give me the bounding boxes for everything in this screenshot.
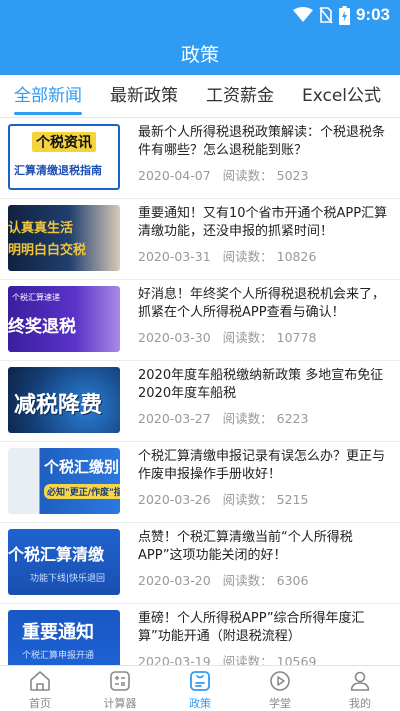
- reads-count: 5023: [276, 168, 309, 183]
- news-title: 重要通知！又有10个省市开通个税APP汇算清缴功能，还没申报的抓紧时间！: [138, 206, 388, 239]
- thumbnail-text: 个税资讯: [32, 132, 96, 152]
- reads-count: 6223: [276, 411, 309, 426]
- thumbnail-text: 功能下线|快乐退回: [30, 574, 106, 584]
- thumbnail-text: 减税降费: [14, 393, 103, 418]
- news-meta: 2020-03-30 阅读数： 10778: [138, 327, 316, 346]
- bottom-navigation: 首页 计算器 政策 学堂 我的: [0, 665, 400, 711]
- news-title: 点赞！个税汇算清缴当前“个人所得税APP”这项功能关闭的好！: [138, 530, 353, 563]
- reads-label: 阅读数：: [222, 654, 273, 665]
- user-icon: [350, 671, 370, 691]
- news-meta: 2020-03-26 阅读数： 5215: [138, 489, 308, 508]
- reads-count: 10826: [276, 249, 317, 264]
- news-date: 2020-03-30: [138, 330, 211, 345]
- thumbnail-text: 重要通知: [22, 622, 94, 643]
- news-thumbnail: 减税降费: [8, 367, 120, 433]
- thumbnail-text: 个税汇算清缴: [8, 545, 105, 564]
- news-meta: 2020-04-07 阅读数： 5023: [138, 165, 308, 184]
- category-tabs: 全部新闻 最新政策 工资薪金 Excel公式: [0, 75, 400, 118]
- thumbnail-text: 个税汇缴别: [44, 458, 120, 476]
- news-date: 2020-03-31: [138, 249, 211, 264]
- app-bar: 政策: [0, 32, 400, 75]
- news-meta: 2020-03-27 阅读数： 6223: [138, 408, 308, 427]
- news-list: 个税资讯 汇算清缴退税指南 最新个人所得税退税政策解读：个税退税条件有哪些？怎么…: [0, 118, 400, 665]
- news-date: 2020-03-27: [138, 411, 211, 426]
- news-title: 2020年度车船税缴纳新政策 多地宣布免征2020年度车船税: [138, 368, 384, 401]
- nav-label: 我的: [349, 697, 371, 710]
- reads-label: 阅读数：: [222, 411, 273, 426]
- thumbnail-text: 必知"更正/作废"指: [44, 484, 120, 499]
- battery-charging-icon: [338, 5, 350, 25]
- policy-icon: [190, 671, 210, 691]
- calculator-icon: [110, 671, 130, 691]
- thumbnail-text: 个税汇算速递: [12, 293, 60, 302]
- news-item[interactable]: 个税资讯 汇算清缴退税指南 最新个人所得税退税政策解读：个税退税条件有哪些？怎么…: [0, 118, 400, 199]
- news-date: 2020-03-20: [138, 573, 211, 588]
- nav-profile[interactable]: 我的: [320, 666, 400, 711]
- page-title: 政策: [180, 44, 219, 66]
- reads-label: 阅读数：: [222, 573, 273, 588]
- reads-count: 6306: [276, 573, 309, 588]
- news-item[interactable]: 个税汇算清缴 功能下线|快乐退回 点赞！个税汇算清缴当前“个人所得税APP”这项…: [0, 523, 400, 604]
- nav-label: 计算器: [103, 697, 137, 710]
- wifi-icon: [292, 7, 313, 22]
- tab-excel-formulas[interactable]: Excel公式: [302, 75, 381, 117]
- thumbnail-text: 终奖退税: [8, 317, 76, 337]
- home-icon: [30, 671, 50, 691]
- news-item[interactable]: 个税汇算速递 终奖退税 好消息！年终奖个人所得税退税机会来了，抓紧在个人所得税A…: [0, 280, 400, 361]
- news-meta: 2020-03-19 阅读数： 10569: [138, 651, 316, 665]
- tab-salary[interactable]: 工资薪金: [206, 75, 274, 117]
- nav-school[interactable]: 学堂: [240, 666, 320, 711]
- no-sim-icon: [319, 7, 333, 24]
- news-item[interactable]: 个税汇缴别 必知"更正/作废"指 个税汇算清缴申报记录有误怎么办？更正与作废申报…: [0, 442, 400, 523]
- news-date: 2020-03-19: [138, 654, 211, 665]
- status-time: 9:03: [355, 5, 390, 24]
- news-thumbnail: 个税汇算速递 终奖退税: [8, 286, 120, 352]
- news-thumbnail: 个税汇缴别 必知"更正/作废"指: [8, 448, 120, 514]
- nav-policy[interactable]: 政策: [160, 666, 240, 711]
- thumbnail-text: 明明白白交税: [8, 243, 87, 258]
- news-meta: 2020-03-31 阅读数： 10826: [138, 246, 316, 265]
- news-meta: 2020-03-20 阅读数： 6306: [138, 570, 308, 589]
- news-title: 重磅！个人所得税APP”综合所得年度汇算”功能开通（附退税流程）: [138, 611, 365, 644]
- nav-label: 政策: [189, 697, 211, 710]
- news-date: 2020-03-26: [138, 492, 211, 507]
- news-item[interactable]: 认真真生活 明明白白交税 重要通知！又有10个省市开通个税APP汇算清缴功能，还…: [0, 199, 400, 280]
- news-title: 最新个人所得税退税政策解读：个税退税条件有哪些？怎么退税能到账？: [138, 125, 386, 158]
- tab-all-news[interactable]: 全部新闻: [14, 75, 82, 117]
- news-thumbnail: 个税汇算清缴 功能下线|快乐退回: [8, 529, 120, 595]
- reads-label: 阅读数：: [222, 249, 273, 264]
- reads-label: 阅读数：: [222, 330, 273, 345]
- reads-count: 5215: [276, 492, 309, 507]
- thumbnail-text: 汇算清缴退税指南: [14, 164, 102, 177]
- thumbnail-text: 个税汇算申报开通: [22, 651, 95, 661]
- tab-latest-policy[interactable]: 最新政策: [110, 75, 178, 117]
- reads-count: 10569: [276, 654, 317, 665]
- reads-count: 10778: [276, 330, 317, 345]
- status-bar: 9:03: [0, 0, 400, 32]
- thumbnail-text: 认真真生活: [8, 221, 74, 236]
- nav-label: 学堂: [269, 697, 291, 710]
- reads-label: 阅读数：: [222, 492, 273, 507]
- news-item[interactable]: 减税降费 2020年度车船税缴纳新政策 多地宣布免征2020年度车船税 2020…: [0, 361, 400, 442]
- news-thumbnail: 认真真生活 明明白白交税: [8, 205, 120, 271]
- nav-calculator[interactable]: 计算器: [80, 666, 160, 711]
- news-thumbnail: 个税资讯 汇算清缴退税指南: [8, 124, 120, 190]
- news-thumbnail: 重要通知 个税汇算申报开通: [8, 610, 120, 665]
- nav-label: 首页: [29, 697, 51, 710]
- play-icon: [270, 671, 290, 691]
- news-item[interactable]: 重要通知 个税汇算申报开通 重磅！个人所得税APP”综合所得年度汇算”功能开通（…: [0, 604, 400, 665]
- reads-label: 阅读数：: [222, 168, 273, 183]
- news-title: 好消息！年终奖个人所得税退税机会来了，抓紧在个人所得税APP查看与确认！: [138, 287, 386, 320]
- news-date: 2020-04-07: [138, 168, 211, 183]
- news-title: 个税汇算清缴申报记录有误怎么办？更正与作废申报操作手册收好！: [138, 449, 386, 482]
- nav-home[interactable]: 首页: [0, 666, 80, 711]
- status-icons: 9:03: [292, 5, 390, 25]
